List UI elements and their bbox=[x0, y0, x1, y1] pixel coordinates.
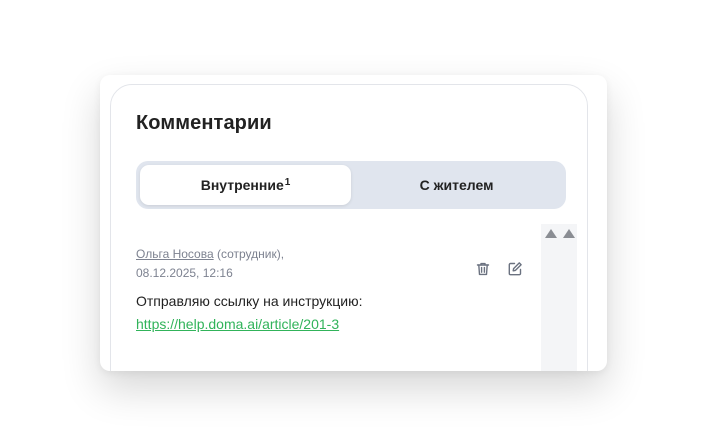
comment-actions bbox=[474, 260, 524, 278]
trash-icon bbox=[476, 262, 490, 276]
page: Комментарии Внутренние 1 С жителем Ольга … bbox=[0, 0, 707, 446]
tab-internal-badge: 1 bbox=[284, 176, 291, 188]
panel-title: Комментарии bbox=[136, 112, 272, 134]
scrollbar[interactable] bbox=[541, 224, 577, 371]
delete-comment-button[interactable] bbox=[474, 260, 492, 278]
comment-item: Ольга Носова (сотрудник), 08.12.2025, 12… bbox=[136, 245, 536, 336]
comment-date: 08.12.2025, 12:16 bbox=[136, 266, 233, 280]
scroll-up-icon[interactable] bbox=[563, 229, 575, 238]
edit-comment-button[interactable] bbox=[506, 260, 524, 278]
comment-author-link[interactable]: Ольга Носова bbox=[136, 247, 214, 261]
tab-internal-label: Внутренние bbox=[200, 177, 284, 193]
comment-link[interactable]: https://help.doma.ai/article/201-3 bbox=[136, 316, 339, 332]
tab-with-resident[interactable]: С жителем bbox=[351, 165, 562, 205]
tab-internal[interactable]: Внутренние 1 bbox=[140, 165, 351, 205]
tab-with-resident-label: С жителем bbox=[419, 177, 494, 193]
comments-popup: Комментарии Внутренние 1 С жителем Ольга … bbox=[100, 75, 607, 371]
comment-text: Отправляю ссылку на инструкцию: bbox=[136, 293, 363, 309]
comment-author-role: (сотрудник), bbox=[216, 247, 285, 261]
scroll-up-icon[interactable] bbox=[545, 229, 557, 238]
comments-card: Комментарии Внутренние 1 С жителем Ольга … bbox=[110, 84, 588, 371]
edit-icon bbox=[508, 262, 522, 276]
comment-tabs: Внутренние 1 С жителем bbox=[136, 161, 566, 209]
